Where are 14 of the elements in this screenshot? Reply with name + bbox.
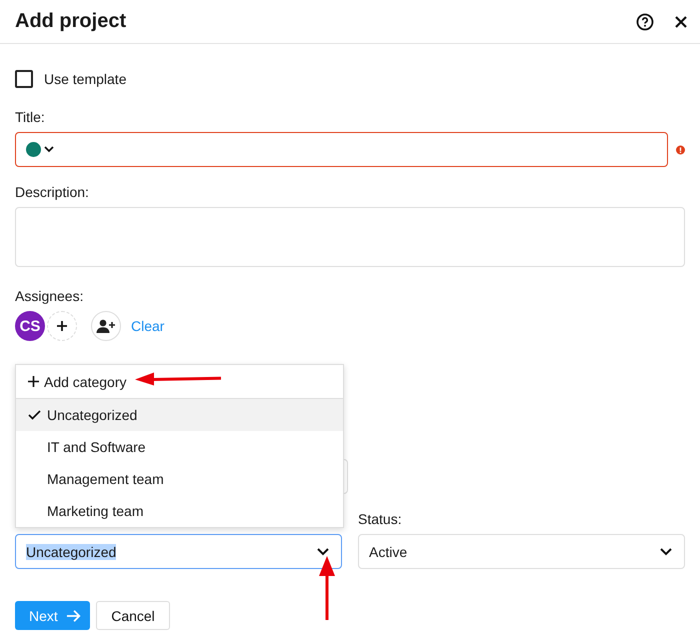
field-label: Title:: [15, 109, 46, 125]
category-select[interactable]: Uncategorized: [15, 534, 342, 569]
checkbox-label: Use template: [44, 71, 126, 87]
cancel-button[interactable]: Cancel: [96, 601, 170, 630]
menu-item[interactable]: Management team: [16, 463, 343, 495]
field-label: Status:: [358, 511, 403, 527]
field-label: Description:: [15, 184, 90, 200]
field-label: Assignees:: [15, 288, 84, 304]
menu-item[interactable]: IT and Software: [16, 431, 343, 463]
dialog-title: Add project: [15, 10, 126, 33]
menu-item[interactable]: Uncategorized: [16, 399, 343, 431]
status-select[interactable]: Active: [358, 534, 685, 569]
avatar[interactable]: CS: [15, 311, 45, 341]
menu-item[interactable]: Marketing team: [16, 495, 343, 527]
